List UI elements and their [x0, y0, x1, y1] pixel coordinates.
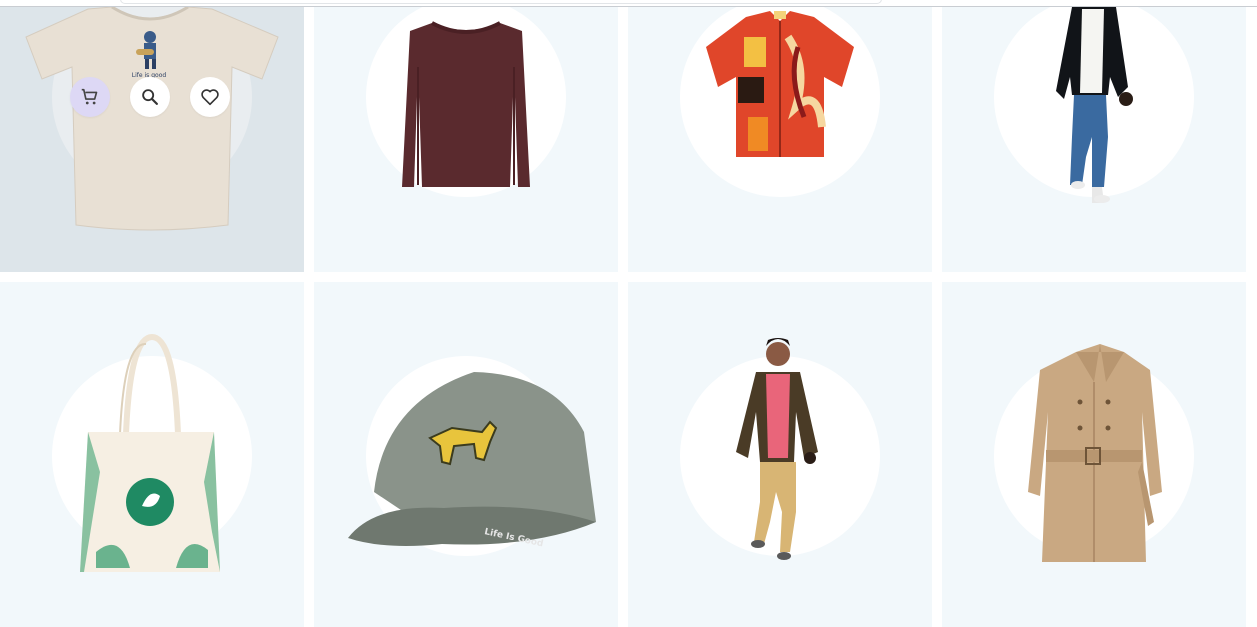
header-edge — [120, 0, 882, 4]
product-card-shirt[interactable] — [628, 7, 932, 272]
blazer-outfit-image[interactable] — [942, 7, 1246, 272]
shopping-cart-icon — [81, 88, 98, 105]
product-actions — [70, 77, 230, 117]
product-card-blazer-outfit[interactable] — [942, 7, 1246, 272]
trench-coat-image[interactable] — [942, 282, 1246, 627]
product-card-trench[interactable] — [942, 282, 1246, 627]
tshirt-image[interactable]: Life is good — [0, 7, 304, 272]
sweater-image[interactable] — [314, 7, 618, 272]
quick-view-button[interactable] — [130, 77, 170, 117]
product-card-sweater[interactable] — [314, 7, 618, 272]
heart-icon — [201, 89, 219, 106]
wishlist-button[interactable] — [190, 77, 230, 117]
search-icon — [142, 89, 158, 105]
product-card-cap[interactable]: Life Is Good — [314, 282, 618, 627]
baseball-cap-image[interactable]: Life Is Good — [314, 282, 618, 627]
page-top-border — [0, 0, 1257, 7]
add-to-cart-button[interactable] — [70, 77, 110, 117]
tote-bag-image[interactable] — [0, 282, 304, 627]
product-card-olive-outfit[interactable] — [628, 282, 932, 627]
olive-outfit-image[interactable] — [628, 282, 932, 627]
product-card-tee[interactable]: Life is good — [0, 7, 304, 272]
product-card-tote[interactable] — [0, 282, 304, 627]
camp-shirt-image[interactable] — [628, 7, 932, 272]
